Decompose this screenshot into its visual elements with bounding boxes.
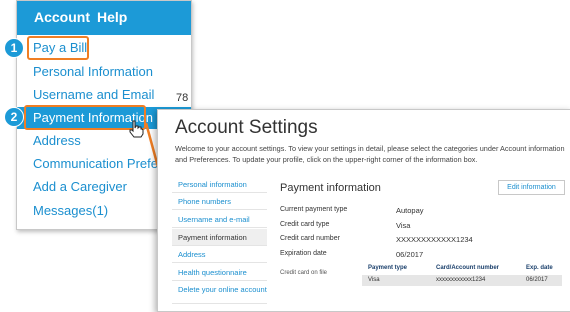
table-header-payment-type: Payment type [368, 265, 408, 271]
sidebar-item-address[interactable]: Address [172, 247, 267, 263]
table-cell-exp-date: 06/2017 [526, 277, 548, 283]
table-header-card-number: Card/Account number [436, 265, 500, 271]
table-cell-payment-type: Visa [368, 277, 380, 283]
card-on-file-table: Payment type Card/Account number Exp. da… [362, 263, 562, 288]
field-value-expiration-date: 06/2017 [396, 250, 424, 259]
field-value-card-number: XXXXXXXXXXXX1234 [396, 235, 473, 244]
table-cell-card-number: xxxxxxxxxxxx1234 [436, 277, 486, 283]
hand-cursor-icon [129, 120, 144, 138]
card-on-file-label: Credit card on file [280, 270, 328, 276]
sidebar-item-payment-information[interactable]: Payment information [172, 229, 267, 246]
table-header-row: Payment type Card/Account number Exp. da… [362, 263, 562, 274]
field-label-card-number: Credit card number [280, 235, 340, 242]
account-settings-window: Account Settings Welcome to your account… [157, 109, 570, 312]
sidebar-item-health-questionnaire[interactable]: Health questionnaire [172, 264, 267, 281]
field-value-card-type: Visa [396, 221, 411, 230]
sidebar-item-username-email[interactable]: Username and e-mail [172, 211, 267, 228]
field-value-payment-type: Autopay [396, 206, 424, 215]
sidebar-item-personal-information[interactable]: Personal information [172, 176, 267, 193]
settings-description: Welcome to your account settings. To vie… [175, 144, 565, 164]
edit-information-button[interactable]: Edit information [498, 180, 565, 195]
table-header-exp-date: Exp. date [526, 265, 553, 271]
payment-information-heading: Payment information [280, 182, 381, 194]
page-title: Account Settings [175, 117, 318, 138]
field-label-payment-type: Current payment type [280, 206, 348, 213]
sidebar-item-phone-numbers[interactable]: Phone numbers [172, 194, 267, 210]
sidebar-item-delete-account[interactable]: Delete your online account [172, 282, 267, 304]
table-row: Visa xxxxxxxxxxxx1234 06/2017 [362, 275, 562, 286]
field-label-card-type: Credit card type [280, 221, 330, 228]
field-label-expiration-date: Expiration date [280, 250, 327, 257]
